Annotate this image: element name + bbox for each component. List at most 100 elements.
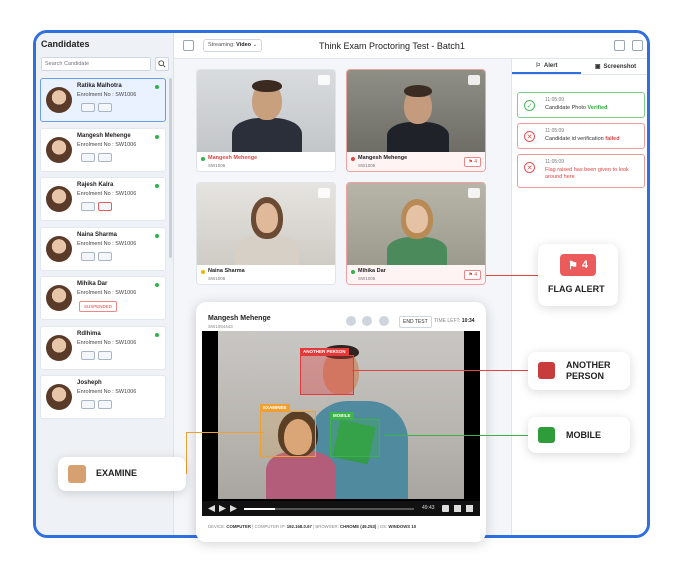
candidate-item[interactable]: Ratika Malhotra Enrolment No : SW1006 <box>40 78 166 122</box>
avatar <box>46 384 72 410</box>
examine-thumb <box>68 465 86 483</box>
flag-count-badge[interactable]: ⚑ 4 <box>464 270 481 280</box>
video-tile[interactable]: Naina Sharma SW1006 <box>196 182 336 285</box>
tile-caption: Mihika Dar SW1006 ⚑ 4 <box>347 265 485 284</box>
video-feed <box>347 70 485 156</box>
candidate-enrolment: Enrolment No : SW1006 <box>77 389 137 395</box>
page-title: Think Exam Proctoring Test - Batch1 <box>319 41 465 51</box>
video-feed <box>347 183 485 269</box>
volume-icon[interactable] <box>362 316 372 326</box>
collapse-sidebar-icon[interactable] <box>183 40 194 51</box>
flag-count-badge[interactable]: ⚑ 4 <box>464 157 481 167</box>
alert-message: Flag raised has been given to look aroun… <box>545 167 629 180</box>
tab-screenshot[interactable]: ▣ Screenshot <box>581 59 647 74</box>
tile-name: Mihika Dar <box>358 268 386 274</box>
end-test-button[interactable]: END TEST <box>399 316 432 328</box>
view-360-icon[interactable] <box>98 400 112 409</box>
candidate-item[interactable]: Mihika Dar Enrolment No : SW1006 SUSPEND… <box>40 276 166 320</box>
video-tile[interactable]: Mangesh Mehenge SW1006 ⚑ 4 <box>346 69 486 172</box>
tile-caption: Naina Sharma SW1006 <box>197 265 335 284</box>
panel-toggle-icon[interactable] <box>632 40 643 51</box>
flag-alert-label: FLAG ALERT <box>548 284 605 294</box>
streaming-dropdown[interactable]: Streaming: Video ⌄ <box>203 39 263 52</box>
suspended-badge: SUSPENDED <box>79 301 118 312</box>
candidate-item[interactable]: Rajesh Kalra Enrolment No : SW1006 <box>40 177 166 221</box>
id-card-icon[interactable] <box>81 202 95 211</box>
time-left: TIME LEFT: 10:34 <box>434 318 475 324</box>
mobile-thumb <box>538 427 555 443</box>
another-person-thumb <box>538 362 555 379</box>
mobile-box: MOBILE <box>330 412 380 457</box>
candidate-item[interactable]: Naina Sharma Enrolment No : SW1006 <box>40 226 166 271</box>
user-icon[interactable] <box>379 316 389 326</box>
online-status-dot <box>155 134 159 139</box>
candidate-item[interactable]: Josheph Enrolment No : SW1006 <box>40 375 166 419</box>
avatar <box>46 87 72 113</box>
streaming-value: Video <box>236 42 252 48</box>
video-feed <box>197 183 335 269</box>
play-icon[interactable] <box>219 505 226 512</box>
sidebar-scrollbar[interactable] <box>169 78 172 258</box>
mobile-callout: MOBILE <box>528 417 630 453</box>
id-card-icon[interactable] <box>81 350 95 360</box>
volume-icon[interactable] <box>442 505 449 512</box>
online-status-dot <box>155 332 159 337</box>
camera-icon[interactable] <box>318 188 330 198</box>
id-card-icon[interactable] <box>81 103 95 112</box>
online-status-dot <box>155 184 159 188</box>
camera-icon[interactable] <box>468 188 480 198</box>
fullscreen-icon[interactable] <box>614 40 625 51</box>
camera-icon[interactable] <box>468 75 480 85</box>
tile-caption: Mangesh Mehenge SW1006 ⚑ 4 <box>347 152 485 171</box>
candidate-item[interactable]: Rdlhima Enrolment No : SW1006 <box>40 325 166 370</box>
candidate-name: Naina Sharma <box>77 231 118 238</box>
candidate-item[interactable]: Mangesh Mehenge Enrolment No : SW1006 <box>40 127 166 172</box>
view-360-icon[interactable] <box>98 103 112 112</box>
fullscreen-icon[interactable] <box>466 505 473 512</box>
tab-alert[interactable]: ⚐ Alert <box>512 59 581 74</box>
view-360-icon[interactable] <box>98 152 112 162</box>
candidate-name: Mihika Dar <box>77 281 108 287</box>
online-status-dot <box>155 85 159 89</box>
flag-connector <box>486 275 538 276</box>
main-video-card: Mangesh Mehenge SW1094443 END TEST TIME … <box>196 302 486 542</box>
id-card-icon[interactable] <box>81 251 95 261</box>
forward-icon[interactable] <box>230 505 237 512</box>
flag-alert-callout: ⚑ 4 FLAG ALERT <box>538 244 618 306</box>
alert-item: ✕ 11:05:09 Candidate id verification fai… <box>517 123 645 149</box>
another-person-connector <box>352 370 529 371</box>
id-card-icon[interactable] <box>81 152 95 162</box>
video-tile[interactable]: Mangesh Mehenge SW1006 <box>196 69 336 172</box>
streaming-label: Streaming: <box>208 42 235 48</box>
settings-icon[interactable] <box>454 505 461 512</box>
alert-item: ✓ 11:05:09 Candidate Photo Verified <box>517 92 645 118</box>
search-button[interactable] <box>155 57 169 71</box>
search-icon <box>158 60 166 68</box>
examine-connector <box>186 432 187 474</box>
video-tile[interactable]: Mihika Dar SW1006 ⚑ 4 <box>346 182 486 285</box>
candidate-enrolment: Enrolment No : SW1006 <box>77 290 137 296</box>
view-360-icon[interactable] <box>98 202 112 211</box>
online-status-dot <box>155 283 159 287</box>
video-progress[interactable] <box>244 508 414 510</box>
camera-icon[interactable] <box>346 316 356 326</box>
rewind-icon[interactable] <box>208 505 215 512</box>
sidebar-title: Candidates <box>41 39 90 49</box>
main-video-feed[interactable]: ANOTHER PERSON EXAMINEE MOBILE <box>202 331 480 516</box>
flag-count-badge: ⚑ 4 <box>560 254 596 276</box>
screenshot-icon: ▣ <box>594 64 601 70</box>
flag-icon: ⚑ <box>468 159 473 165</box>
candidate-name: Ratika Malhotra <box>77 83 122 89</box>
view-360-icon[interactable] <box>98 251 112 261</box>
avatar <box>46 136 72 163</box>
another-person-callout: ANOTHER PERSON <box>528 352 630 390</box>
online-status-dot <box>155 233 159 238</box>
search-input[interactable] <box>41 57 151 71</box>
flag-icon: ⚑ <box>468 272 473 278</box>
id-card-icon[interactable] <box>81 400 95 409</box>
view-360-icon[interactable] <box>98 350 112 360</box>
camera-icon[interactable] <box>318 75 330 85</box>
another-person-label: ANOTHER PERSON <box>566 360 611 381</box>
candidate-enrolment: Enrolment No : SW1006 <box>77 191 137 197</box>
mobile-label: MOBILE <box>566 430 601 440</box>
